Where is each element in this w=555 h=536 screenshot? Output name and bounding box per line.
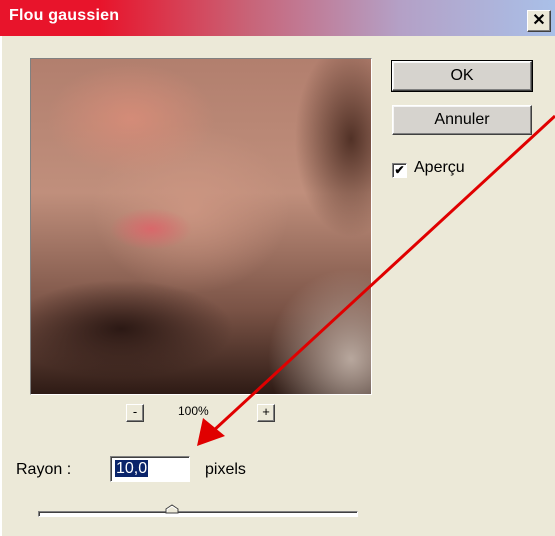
preview-pane[interactable] bbox=[30, 58, 372, 395]
zoom-in-button[interactable]: + bbox=[257, 404, 275, 422]
gaussian-blur-dialog: Flou gaussien ✕ - 100% + OK Annuler ✔ Ap… bbox=[0, 0, 555, 536]
close-button[interactable]: ✕ bbox=[527, 10, 551, 32]
radius-slider-track[interactable] bbox=[38, 511, 358, 517]
zoom-level: 100% bbox=[178, 404, 209, 418]
title-bar[interactable]: Flou gaussien ✕ bbox=[0, 0, 555, 36]
window-edge bbox=[0, 36, 2, 536]
preview-checkbox-label[interactable]: Aperçu bbox=[414, 159, 465, 177]
minus-icon: - bbox=[132, 404, 138, 419]
window-title: Flou gaussien bbox=[9, 7, 120, 24]
preview-image bbox=[31, 59, 371, 394]
radius-value: 10,0 bbox=[115, 460, 149, 477]
radius-input[interactable]: 10,0 bbox=[110, 456, 190, 482]
plus-icon: + bbox=[262, 404, 270, 419]
zoom-out-button[interactable]: - bbox=[126, 404, 144, 422]
radius-slider-thumb[interactable] bbox=[165, 504, 179, 514]
ok-button[interactable]: OK bbox=[391, 60, 533, 92]
cancel-button[interactable]: Annuler bbox=[392, 105, 532, 135]
close-icon: ✕ bbox=[532, 12, 546, 29]
preview-checkbox[interactable]: ✔ bbox=[392, 163, 407, 178]
arrow-head-icon bbox=[197, 418, 225, 446]
checkmark-icon: ✔ bbox=[394, 163, 405, 177]
radius-unit-label: pixels bbox=[205, 461, 246, 478]
radius-label: Rayon : bbox=[16, 461, 72, 478]
